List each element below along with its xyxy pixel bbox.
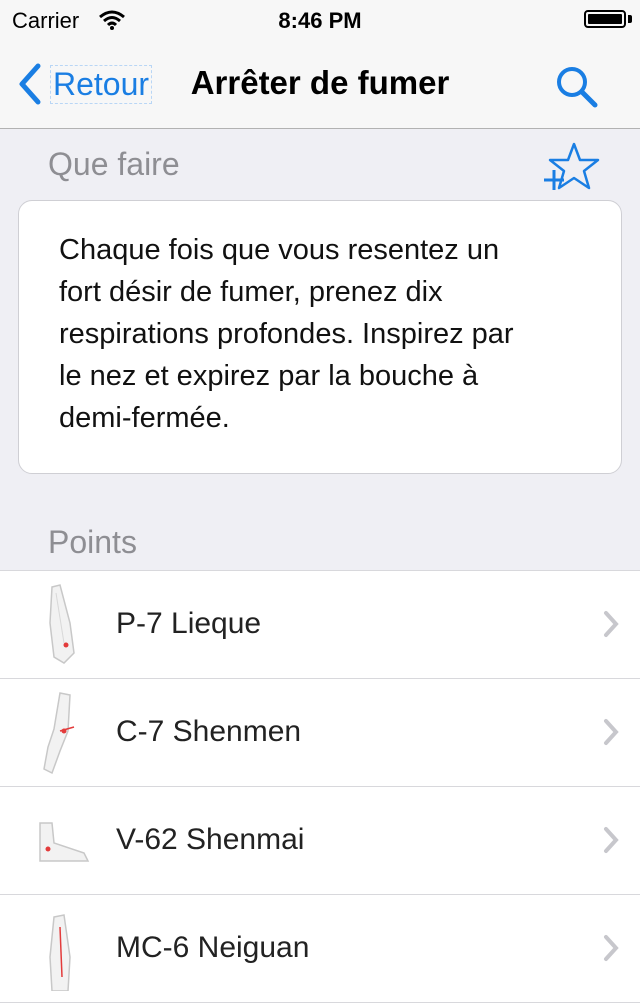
list-item-label: C-7 Shenmen — [116, 715, 302, 748]
forearm-illustration-icon — [49, 914, 71, 991]
list-item-label: P-7 Lieque — [116, 607, 262, 640]
list-item-mc6[interactable]: MC-6 Neiguan — [0, 895, 640, 1003]
battery-tip — [628, 15, 632, 23]
wrist-illustration-icon — [43, 692, 75, 775]
list-item-p7[interactable]: P-7 Lieque — [0, 571, 640, 679]
navigation-bar: Retour Arrêter de fumer — [0, 40, 640, 129]
battery-icon — [584, 10, 626, 28]
instruction-text: Chaque fois que vous resentez un fort dé… — [59, 234, 514, 434]
instruction-card: Chaque fois que vous resentez un fort dé… — [18, 200, 622, 474]
chevron-right-icon — [604, 719, 619, 745]
chevron-right-icon — [604, 611, 619, 637]
forearm-illustration-icon — [49, 584, 75, 664]
status-time: 8:46 PM — [278, 8, 362, 33]
section-header-points: Points — [48, 524, 137, 560]
list-item-label: V-62 Shenmai — [116, 823, 305, 856]
chevron-right-icon — [604, 827, 619, 853]
search-icon[interactable] — [552, 62, 600, 110]
points-list: P-7 Lieque C-7 Shenmen V-62 Shenmai MC-6 — [0, 570, 640, 1003]
status-bar: Carrier 8:46 PM — [0, 0, 640, 40]
foot-illustration-icon — [39, 822, 90, 862]
section-header-what: Que faire — [48, 146, 180, 182]
list-item-v62[interactable]: V-62 Shenmai — [0, 787, 640, 895]
page-title: Arrêter de fumer — [190, 64, 450, 101]
list-item-c7[interactable]: C-7 Shenmen — [0, 679, 640, 787]
chevron-right-icon — [604, 935, 619, 961]
add-favorite-star-icon[interactable] — [542, 140, 602, 196]
